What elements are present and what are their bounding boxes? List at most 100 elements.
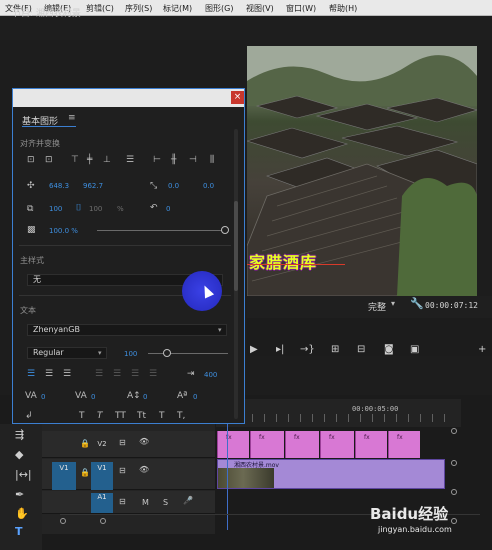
distribute-horizontal-icon[interactable]: ⫼ xyxy=(210,155,214,165)
justify-last-left-icon[interactable]: ☰ xyxy=(95,369,103,379)
position-y[interactable]: 962.7 xyxy=(83,182,103,190)
font-family-select[interactable]: ZhenyanGB xyxy=(27,324,227,336)
font-style-select[interactable]: Regular xyxy=(27,347,107,359)
eye-icon[interactable]: 👁 xyxy=(139,437,149,446)
align-bottom-icon[interactable]: ⊥ xyxy=(103,155,111,165)
close-icon[interactable]: × xyxy=(231,91,244,104)
scale-height[interactable]: 100 xyxy=(89,205,102,213)
chevron-down-icon[interactable]: ▾ xyxy=(98,349,102,357)
align-horizontal-center-icon[interactable]: ╫ xyxy=(171,155,176,165)
panel-drag-bar[interactable] xyxy=(13,89,244,107)
align-left-icon[interactable]: ⊢ xyxy=(153,155,161,165)
button-editor-icon[interactable]: ▣ xyxy=(410,344,419,355)
font-size-slider-handle[interactable] xyxy=(163,349,171,357)
align-to-video-icon[interactable]: ⊡ xyxy=(27,155,35,165)
scroll-knob[interactable] xyxy=(60,518,66,524)
lock-icon[interactable]: 🔒 xyxy=(80,468,90,477)
sync-lock-icon[interactable]: ⊟ xyxy=(119,438,126,447)
type-tool-icon[interactable]: T xyxy=(15,525,23,538)
align-vertical-center-icon[interactable]: ╪ xyxy=(87,155,92,165)
graphics-clip[interactable]: fx xyxy=(285,431,319,458)
align-text-right-icon[interactable]: ☰ xyxy=(63,369,71,379)
hand-icon[interactable]: ✋ xyxy=(15,507,29,520)
leading-value[interactable]: 0 xyxy=(143,393,147,401)
justify-last-right-icon[interactable]: ☰ xyxy=(131,369,139,379)
opacity-slider-track[interactable] xyxy=(97,230,225,231)
menu-window[interactable]: 窗口(W) xyxy=(286,3,316,14)
superscript-button[interactable]: T xyxy=(159,411,165,421)
font-size-value[interactable]: 100 xyxy=(124,350,137,358)
graphics-clip[interactable]: fx xyxy=(388,431,420,458)
chevron-down-icon[interactable]: ▾ xyxy=(218,326,222,334)
distribute-vertical-icon[interactable]: ☰ xyxy=(126,155,134,165)
tracking-value[interactable]: 0 xyxy=(41,393,45,401)
lock-icon[interactable]: 🔒 xyxy=(80,439,90,448)
menu-help[interactable]: 帮助(H) xyxy=(329,3,357,14)
opacity-slider-handle[interactable] xyxy=(221,226,229,234)
justify-last-center-icon[interactable]: ☰ xyxy=(113,369,121,379)
menu-view[interactable]: 视图(V) xyxy=(246,3,274,14)
menu-marker[interactable]: 标记(M) xyxy=(163,3,192,14)
faux-bold-button[interactable]: T xyxy=(79,411,85,421)
slip-icon[interactable]: |↔| xyxy=(15,468,32,481)
menu-sequence[interactable]: 序列(S) xyxy=(125,3,152,14)
wrench-icon[interactable]: 🔧 xyxy=(410,297,424,310)
baseline-value[interactable]: 0 xyxy=(193,393,197,401)
scroll-knob[interactable] xyxy=(451,428,457,434)
subscript-button[interactable]: T, xyxy=(177,411,185,421)
graphics-clip[interactable]: fx xyxy=(320,431,354,458)
panel-scrollbar-thumb[interactable] xyxy=(234,201,238,291)
hamburger-icon[interactable]: ≡ xyxy=(95,5,103,16)
microphone-icon[interactable]: 🎤 xyxy=(183,496,193,505)
justify-all-icon[interactable]: ☰ xyxy=(149,369,157,379)
insert-icon[interactable]: ⊞ xyxy=(331,344,339,355)
scroll-knob[interactable] xyxy=(451,460,457,466)
font-size-slider-track[interactable] xyxy=(148,353,228,354)
track-label-v1[interactable]: V1 xyxy=(91,462,113,490)
tab-width-value[interactable]: 400 xyxy=(204,371,217,379)
solo-button[interactable]: S xyxy=(163,498,168,507)
fit-select[interactable]: 完整 xyxy=(368,300,386,313)
add-icon[interactable]: + xyxy=(478,344,486,355)
eye-icon[interactable]: 👁 xyxy=(139,465,149,474)
align-text-center-icon[interactable]: ☰ xyxy=(45,369,53,379)
graphics-clip[interactable]: fx xyxy=(250,431,284,458)
align-to-selection-icon[interactable]: ⊡ xyxy=(45,155,53,165)
caption-text-overlay[interactable]: 家腊酒库 xyxy=(249,249,317,273)
position-x[interactable]: 648.3 xyxy=(49,182,69,190)
mute-button[interactable]: M xyxy=(142,498,149,507)
opacity-value[interactable]: 100.0 % xyxy=(49,227,78,235)
sync-lock-icon[interactable]: ⊟ xyxy=(119,466,126,475)
anchor-y[interactable]: 0.0 xyxy=(203,182,214,190)
play-icon[interactable]: ▶ xyxy=(250,344,258,355)
align-text-left-icon[interactable]: ☰ xyxy=(27,369,35,379)
scroll-knob[interactable] xyxy=(451,489,457,495)
hamburger-icon[interactable]: ≡ xyxy=(68,113,76,123)
anchor-x[interactable]: 0.0 xyxy=(168,182,179,190)
source-patch-v1[interactable]: V1 xyxy=(52,462,76,490)
kerning-value[interactable]: 0 xyxy=(91,393,95,401)
step-forward-icon[interactable]: ▸| xyxy=(276,344,284,355)
track-label-a1[interactable]: A1 xyxy=(91,493,113,513)
all-caps-button[interactable]: TT xyxy=(115,411,126,421)
pen-icon[interactable]: ✒ xyxy=(15,488,24,501)
timeline-ruler[interactable] xyxy=(216,399,461,427)
align-right-icon[interactable]: ⊣ xyxy=(189,155,197,165)
scale-width[interactable]: 100 xyxy=(49,205,62,213)
program-timecode[interactable]: 00:00:07:12 xyxy=(425,301,478,310)
go-to-out-icon[interactable]: →} xyxy=(300,344,315,355)
overwrite-icon[interactable]: ⊟ xyxy=(357,344,365,355)
program-monitor-title[interactable]: 节目: 湘西农村景 xyxy=(12,6,81,19)
playhead[interactable] xyxy=(227,408,228,530)
menu-graphics[interactable]: 图形(G) xyxy=(205,3,233,14)
graphics-clip[interactable]: fx xyxy=(355,431,387,458)
graphics-clip[interactable]: fx xyxy=(217,431,249,458)
small-caps-button[interactable]: Tt xyxy=(137,411,146,421)
track-select-icon[interactable]: ⇶ xyxy=(15,428,24,441)
export-frame-icon[interactable]: ◙ xyxy=(384,344,394,355)
timeline-vertical-scrollbar[interactable] xyxy=(450,428,458,528)
align-top-icon[interactable]: ⊤ xyxy=(71,155,79,165)
faux-italic-button[interactable]: T xyxy=(97,411,103,421)
constrain-proportions-icon[interactable]: ⌷ xyxy=(76,203,81,213)
rotation-value[interactable]: 0 xyxy=(166,205,170,213)
